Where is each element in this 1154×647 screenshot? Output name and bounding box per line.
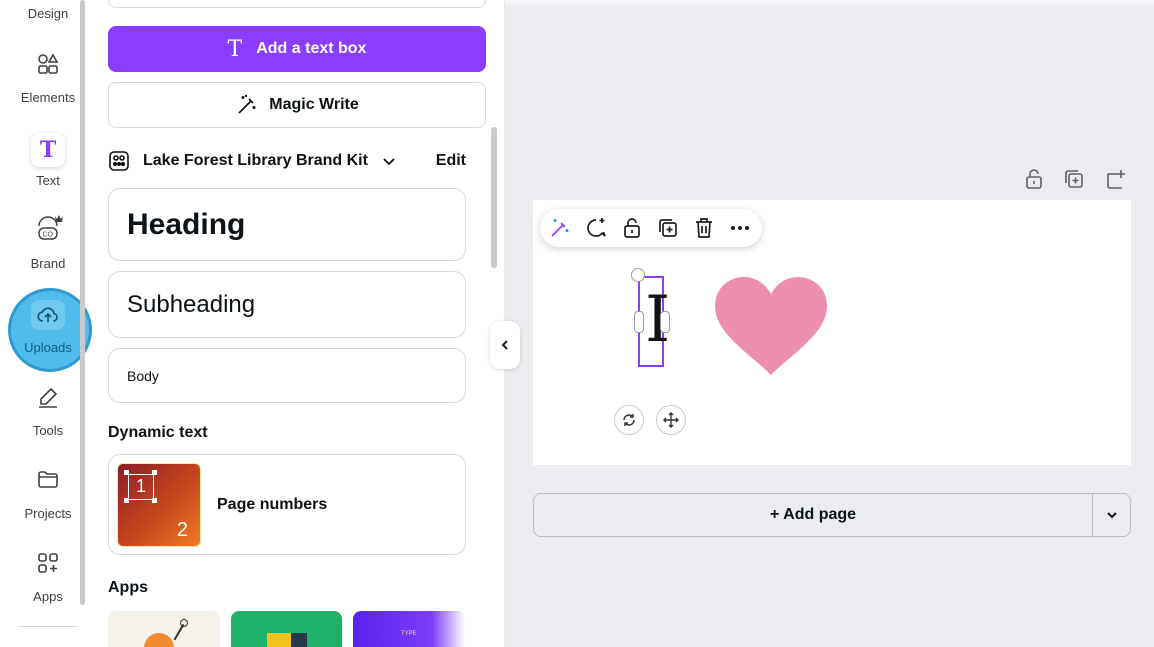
canvas-top-edge bbox=[505, 0, 1154, 8]
magic-write-button[interactable]: Magic Write bbox=[108, 82, 486, 128]
lock-page-icon[interactable] bbox=[1022, 167, 1046, 191]
svg-text:CO: CO bbox=[43, 232, 54, 239]
app-tile-2[interactable] bbox=[231, 611, 342, 647]
heart-graphic[interactable] bbox=[713, 276, 829, 376]
cloud-upload-icon bbox=[31, 300, 65, 330]
rail-divider bbox=[18, 626, 78, 627]
right-resize-handle[interactable] bbox=[660, 311, 670, 333]
add-page-icon[interactable] bbox=[1104, 167, 1128, 191]
folder-icon bbox=[38, 471, 58, 488]
rotate-icon bbox=[623, 414, 635, 426]
add-page-dropdown[interactable] bbox=[1093, 494, 1130, 536]
page-numbers-label: Page numbers bbox=[217, 495, 328, 513]
rail-scrollbar[interactable] bbox=[80, 0, 85, 605]
app-tile-3[interactable]: TYPE bbox=[353, 611, 465, 647]
add-page-bar: + Add page bbox=[533, 493, 1131, 537]
brand-kit-icon bbox=[109, 151, 129, 171]
heading-style-label: Heading bbox=[127, 207, 246, 241]
add-text-box-button[interactable]: T Add a text box bbox=[108, 26, 486, 72]
add-text-box-label: Add a text box bbox=[256, 40, 367, 57]
search-box-remnant[interactable] bbox=[108, 0, 486, 8]
chevron-down-icon bbox=[1106, 512, 1117, 519]
magic-write-label: Magic Write bbox=[269, 96, 359, 113]
body-style-label: Body bbox=[127, 367, 159, 384]
chevron-down-icon[interactable] bbox=[380, 152, 398, 170]
brand-icon: CO bbox=[38, 215, 63, 240]
brand-kit-edit-link[interactable]: Edit bbox=[436, 152, 466, 170]
app-tile-3-caption: TYPE bbox=[401, 631, 417, 637]
body-style-card[interactable]: Body bbox=[108, 348, 466, 403]
apps-section-title: Apps bbox=[108, 579, 148, 596]
dynamic-text-title: Dynamic text bbox=[108, 424, 208, 441]
page-numbers-card[interactable]: 1 2 Page numbers bbox=[108, 454, 466, 555]
page-number-two: 2 bbox=[176, 518, 188, 541]
brand-kit-name[interactable]: Lake Forest Library Brand Kit bbox=[143, 152, 368, 170]
app-tile-1[interactable] bbox=[108, 611, 220, 647]
page-numbers-thumbnail: 1 2 bbox=[117, 462, 201, 547]
trash-icon[interactable] bbox=[692, 216, 716, 240]
duplicate-page-icon[interactable] bbox=[1062, 167, 1086, 191]
subheading-style-card[interactable]: Subheading bbox=[108, 271, 466, 338]
left-resize-handle[interactable] bbox=[634, 311, 644, 333]
more-options-icon[interactable] bbox=[728, 216, 752, 240]
elements-icon bbox=[38, 53, 59, 74]
duplicate-icon[interactable] bbox=[656, 216, 680, 240]
chevron-left-icon bbox=[501, 340, 508, 350]
magic-wand-icon bbox=[238, 95, 256, 114]
subheading-style-label: Subheading bbox=[127, 290, 256, 318]
move-handle[interactable] bbox=[656, 405, 686, 435]
corner-handle[interactable] bbox=[631, 268, 645, 282]
collapse-panel-button[interactable] bbox=[490, 321, 520, 369]
comment-add-icon[interactable] bbox=[584, 216, 608, 240]
text-t-icon: T bbox=[227, 36, 243, 62]
rotate-handle[interactable] bbox=[614, 405, 644, 435]
page-number-one: 1 bbox=[128, 473, 154, 500]
panel-scrollbar[interactable] bbox=[491, 127, 497, 268]
add-page-button[interactable]: + Add page bbox=[534, 494, 1092, 536]
apps-grid-icon bbox=[38, 553, 58, 573]
heading-style-card[interactable]: Heading bbox=[108, 188, 466, 261]
lock-icon[interactable] bbox=[620, 216, 644, 240]
pen-tool-icon bbox=[39, 387, 58, 408]
move-icon bbox=[663, 412, 679, 428]
magic-edit-icon[interactable] bbox=[548, 216, 572, 240]
brand-kit-row: Lake Forest Library Brand Kit Edit bbox=[108, 148, 468, 174]
element-toolbar bbox=[540, 209, 762, 247]
text-icon: T bbox=[31, 133, 65, 167]
